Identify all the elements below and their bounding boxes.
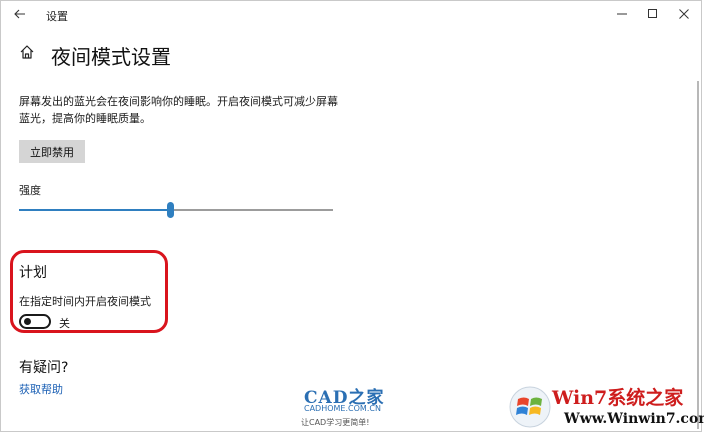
home-icon [20,45,34,59]
description-line-2: 蓝光，提高你的睡眠质量。 [19,112,151,125]
maximize-icon [648,9,657,18]
arrow-left-icon [14,9,25,19]
strength-label: 强度 [19,184,41,197]
slider-thumb[interactable] [167,202,174,218]
toggle-state-text: 关 [59,317,70,330]
close-icon [679,9,689,19]
schedule-toggle-label: 在指定时间内开启夜间模式 [19,295,151,308]
schedule-title: 计划 [19,265,47,281]
back-button[interactable] [9,5,31,23]
minimize-button[interactable] [607,3,637,25]
cad-watermark: CAD之家 CADHOME.COM.CN 让CAD学习更简单! [301,383,411,433]
disable-now-button[interactable]: 立即禁用 [19,140,85,163]
page-title: 夜间模式设置 [51,45,171,69]
minimize-icon [617,13,627,15]
settings-window: 设置 夜间模式设置 屏幕发出的蓝光会在夜间影响你的睡眠。开启夜间模式可减少屏幕 … [0,0,704,433]
toggle-knob [24,318,31,325]
close-button[interactable] [669,3,699,25]
win7-watermark: Win7系统之家 Www.Winwin7.com [506,379,704,433]
title-bar: 设置 [1,1,703,29]
schedule-toggle[interactable] [19,314,51,329]
scrollbar[interactable] [697,81,699,429]
cad-watermark-url: CADHOME.COM.CN [304,404,381,413]
description: 屏幕发出的蓝光会在夜间影响你的睡眠。开启夜间模式可减少屏幕 蓝光，提高你的睡眠质… [19,93,349,127]
description-line-1: 屏幕发出的蓝光会在夜间影响你的睡眠。开启夜间模式可减少屏幕 [19,95,338,108]
maximize-button[interactable] [638,3,668,25]
win7-watermark-url: Www.Winwin7.com [564,411,704,427]
cad-watermark-slogan: 让CAD学习更简单! [301,418,370,427]
questions-title: 有疑问? [19,360,69,376]
slider-track-empty [170,209,333,211]
strength-slider[interactable] [19,201,333,219]
slider-track-filled [19,209,170,211]
windows-flag-icon [509,386,551,428]
win7-watermark-brand: Win7系统之家 [552,387,684,409]
app-title: 设置 [46,10,68,23]
get-help-link[interactable]: 获取帮助 [19,381,63,397]
home-button[interactable] [19,44,39,64]
